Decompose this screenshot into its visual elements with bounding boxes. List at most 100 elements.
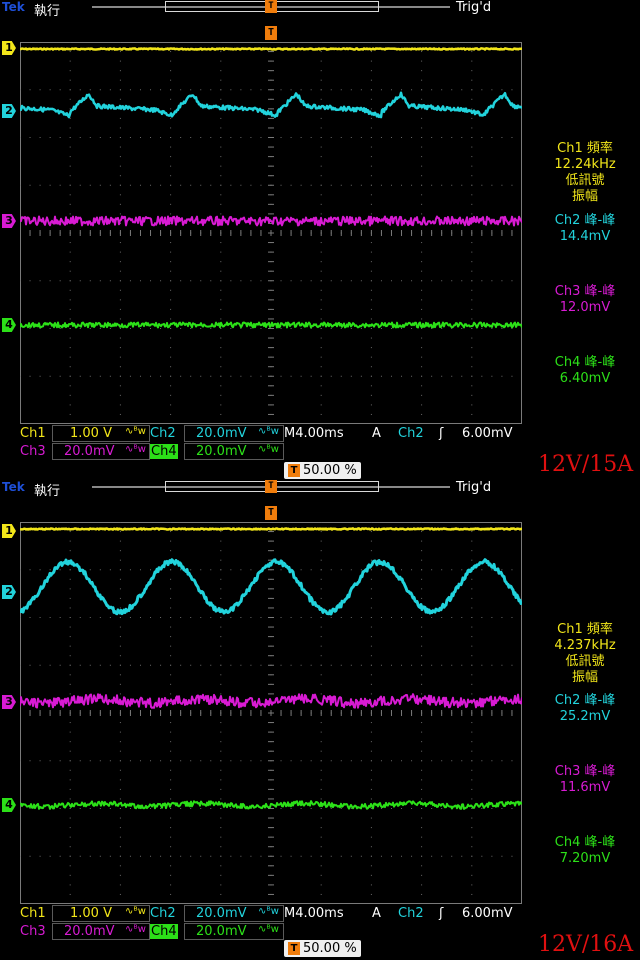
ch3-trace	[20, 693, 522, 709]
meas-label: Ch4 峰-峰	[554, 835, 616, 850]
ch2-trace	[20, 91, 522, 119]
ch2-scale: 20.0mV	[196, 906, 247, 921]
trigger-position-value: 50.00 %	[303, 463, 357, 478]
meas-label: Ch1 頻率	[557, 622, 613, 637]
bandwidth-icon: ∿ᴮw	[125, 924, 146, 935]
trigger-slope-icon: ʃ	[439, 906, 444, 921]
meas-label: Ch3 峰-峰	[554, 284, 616, 299]
ch2-label[interactable]: Ch2	[150, 906, 176, 921]
bandwidth-icon: ∿ᴮw	[125, 426, 146, 437]
bandwidth-icon: ∿ᴮw	[258, 924, 279, 935]
trigger-position-marker[interactable]: T	[265, 0, 277, 13]
ch3-scale: 20.0mV	[64, 924, 115, 939]
brand-logo: Tek	[2, 480, 25, 494]
brand-logo: Tek	[2, 0, 25, 14]
channel-2-marker[interactable]: 2	[2, 104, 16, 118]
meas-ch2-pkpk: Ch2 峰-峰 25.2mV	[532, 693, 638, 725]
channel-3-marker[interactable]: 3	[2, 695, 16, 709]
trigger-level[interactable]: 6.00mV	[462, 426, 513, 441]
ch2-label[interactable]: Ch2	[150, 426, 176, 441]
trigger-position-readout[interactable]: T 50.00 %	[284, 940, 361, 957]
timebase[interactable]: M4.00ms	[284, 426, 344, 441]
bandwidth-icon: ∿ᴮw	[125, 906, 146, 917]
channel-4-marker[interactable]: 4	[2, 798, 16, 812]
meas-note: 低訊號	[565, 654, 605, 669]
timebase[interactable]: M4.00ms	[284, 906, 344, 921]
trigger-position-readout[interactable]: T 50.00 %	[284, 462, 361, 479]
meas-ch3-pkpk: Ch3 峰-峰 12.0mV	[532, 284, 638, 316]
acquisition-state: 執行	[34, 4, 61, 19]
bandwidth-icon: ∿ᴮw	[258, 906, 279, 917]
meas-value: 25.2mV	[559, 709, 611, 724]
trigger-coupling: A	[372, 426, 381, 441]
ch4-trace	[20, 321, 522, 329]
ch4-label[interactable]: Ch4	[150, 444, 178, 459]
meas-note: 振幅	[571, 189, 598, 204]
ch4-scale: 20.0mV	[196, 444, 247, 459]
channel-2-marker[interactable]: 2	[2, 585, 16, 599]
trigger-status: Trig'd	[456, 480, 492, 495]
meas-ch3-pkpk: Ch3 峰-峰 11.6mV	[532, 764, 638, 796]
channel-1-marker[interactable]: 1	[2, 41, 16, 55]
ch3-label[interactable]: Ch3	[20, 924, 46, 939]
meas-label: Ch4 峰-峰	[554, 355, 616, 370]
meas-note: 振幅	[571, 670, 598, 685]
meas-ch2-pkpk: Ch2 峰-峰 14.4mV	[532, 213, 638, 245]
trigger-source[interactable]: Ch2	[398, 426, 424, 441]
ch2-trace	[20, 558, 522, 616]
channel-3-marker[interactable]: 3	[2, 214, 16, 228]
ch4-label[interactable]: Ch4	[150, 924, 178, 939]
bandwidth-icon: ∿ᴮw	[258, 426, 279, 437]
ch1-scale: 1.00 V	[70, 426, 112, 441]
trigger-position-marker[interactable]: T	[265, 480, 277, 493]
settings-bar-bottom: Ch1 1.00 V ∿ᴮw Ch2 20.0mV ∿ᴮw M4.00ms A …	[0, 904, 530, 960]
status-bar: Tek 執行 T Trig'd	[0, 480, 530, 499]
ch1-scale: 1.00 V	[70, 906, 112, 921]
acquisition-state: 執行	[34, 484, 61, 499]
status-bar: Tek 執行 T Trig'd	[0, 0, 530, 19]
meas-ch1-frequency: Ch1 頻率 4.237kHz 低訊號 振幅	[532, 622, 638, 686]
trigger-position-icon[interactable]: T	[265, 506, 277, 520]
meas-value: 6.40mV	[559, 371, 611, 386]
trigger-position-icon[interactable]: T	[265, 26, 277, 40]
ch1-trace	[20, 47, 522, 51]
ch1-label[interactable]: Ch1	[20, 426, 46, 441]
trigger-position-value: 50.00 %	[303, 941, 357, 956]
trigger-source[interactable]: Ch2	[398, 906, 424, 921]
meas-label: Ch2 峰-峰	[554, 213, 616, 228]
trigger-badge-icon: T	[288, 942, 300, 955]
meas-label: Ch3 峰-峰	[554, 764, 616, 779]
trigger-slope-icon: ʃ	[439, 426, 444, 441]
ch3-trace	[20, 215, 522, 227]
trigger-status: Trig'd	[456, 0, 492, 15]
meas-value: 12.24kHz	[554, 157, 616, 172]
meas-value: 12.0mV	[559, 300, 611, 315]
ch3-label[interactable]: Ch3	[20, 444, 46, 459]
trigger-coupling: A	[372, 906, 381, 921]
meas-value: 14.4mV	[559, 229, 611, 244]
meas-ch4-pkpk: Ch4 峰-峰 6.40mV	[532, 355, 638, 387]
ch1-label[interactable]: Ch1	[20, 906, 46, 921]
meas-value: 4.237kHz	[554, 638, 616, 653]
meas-value: 11.6mV	[559, 780, 611, 795]
settings-bar-top: Ch1 1.00 V ∿ᴮw Ch2 20.0mV ∿ᴮw M4.00ms A …	[0, 424, 530, 480]
ch3-scale: 20.0mV	[64, 444, 115, 459]
meas-ch4-pkpk: Ch4 峰-峰 7.20mV	[532, 835, 638, 867]
test-condition-label: 12V/16A	[538, 932, 634, 957]
trigger-level[interactable]: 6.00mV	[462, 906, 513, 921]
trigger-badge-icon: T	[288, 464, 300, 477]
ch2-scale: 20.0mV	[196, 426, 247, 441]
bandwidth-icon: ∿ᴮw	[258, 444, 279, 455]
meas-label: Ch1 頻率	[557, 141, 613, 156]
scope-screen-top: Tek 執行 T Trig'd T 1 2 3 4	[0, 0, 530, 480]
meas-value: 7.20mV	[559, 851, 611, 866]
scope-screen-bottom: Tek 執行 T Trig'd T 1 2 3 4	[0, 480, 530, 960]
channel-4-marker[interactable]: 4	[2, 318, 16, 332]
meas-ch1-frequency: Ch1 頻率 12.24kHz 低訊號 振幅	[532, 141, 638, 205]
meas-label: Ch2 峰-峰	[554, 693, 616, 708]
bandwidth-icon: ∿ᴮw	[125, 444, 146, 455]
ch4-trace	[20, 800, 522, 810]
channel-1-marker[interactable]: 1	[2, 524, 16, 538]
ch4-scale: 20.0mV	[196, 924, 247, 939]
meas-note: 低訊號	[565, 173, 605, 188]
